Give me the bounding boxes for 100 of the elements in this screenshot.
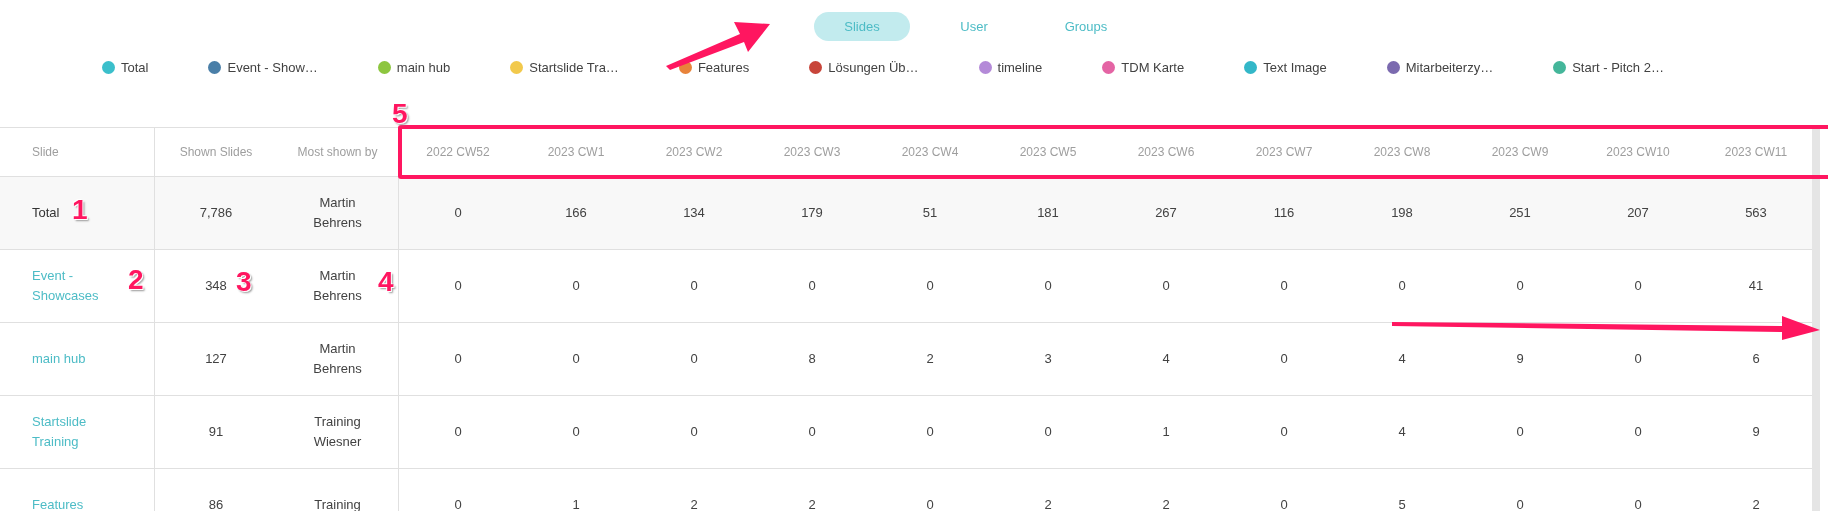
table-cell: 5 <box>1398 496 1406 511</box>
table-cell: 1 <box>1162 423 1170 439</box>
table-cell: 2 <box>1752 496 1760 511</box>
table-cell: 0 <box>926 277 934 293</box>
column-header: Shown Slides <box>179 144 253 159</box>
legend-label[interactable]: Startslide Tra… <box>529 58 619 78</box>
table-cell: 2 <box>1162 496 1170 511</box>
table-cell: 0 <box>1516 277 1524 293</box>
table-cell: 0 <box>454 350 462 366</box>
column-header: 2023 CW10 <box>1606 144 1670 159</box>
column-header: 2023 CW3 <box>783 144 841 159</box>
table-cell: 0 <box>690 350 698 366</box>
table-cell: 2 <box>926 350 934 366</box>
table-cell: 0 <box>572 277 580 293</box>
table-cell: 0 <box>1280 277 1288 293</box>
column-header: 2023 CW11 <box>1724 144 1788 159</box>
column-header: 2023 CW1 <box>547 144 605 159</box>
table-cell: 2 <box>1044 496 1052 511</box>
column-header: 2023 CW8 <box>1373 144 1431 159</box>
table-cell: 198 <box>1391 204 1413 220</box>
table-cell: 41 <box>1748 277 1764 293</box>
table-cell: 86 <box>208 496 224 511</box>
legend-label[interactable]: Event - Show… <box>227 58 318 78</box>
table-cell: 1 <box>572 496 580 511</box>
legend-label[interactable]: timeline <box>997 58 1043 78</box>
legend-label[interactable]: Features <box>697 58 750 78</box>
table-cell-text: Martin Behrens <box>312 339 363 378</box>
table-cell: 4 <box>1162 350 1170 366</box>
table-cell: 0 <box>572 350 580 366</box>
annotation-number: 2 <box>128 266 144 294</box>
table-cell-text: Martin Behrens <box>312 193 363 232</box>
column-header: 2023 CW7 <box>1255 144 1313 159</box>
table-cell: 2 <box>808 496 816 511</box>
table-cell: 0 <box>1044 423 1052 439</box>
table-cell: 6 <box>1752 350 1760 366</box>
table-cell: 0 <box>926 496 934 511</box>
column-header: 2023 CW5 <box>1019 144 1077 159</box>
table-cell: 51 <box>922 204 938 220</box>
table-cell: 0 <box>808 277 816 293</box>
column-header: 2023 CW6 <box>1137 144 1195 159</box>
table-cell: 0 <box>1634 350 1642 366</box>
table-cell: 0 <box>1634 423 1642 439</box>
table-cell: 179 <box>801 204 823 220</box>
legend-label[interactable]: Start - Pitch 2… <box>1572 58 1664 78</box>
column-header: Slide <box>32 143 59 161</box>
table-cell: 0 <box>1044 277 1052 293</box>
table-cell: 4 <box>1398 423 1406 439</box>
table-cell: 8 <box>808 350 816 366</box>
table-cell: 9 <box>1516 350 1524 366</box>
table-cell: 0 <box>454 277 462 293</box>
table-cell: 0 <box>690 277 698 293</box>
legend-label[interactable]: TDM Karte <box>1121 58 1185 78</box>
table-cell: 0 <box>1516 496 1524 511</box>
table-cell-text: Training Wiesner <box>312 412 363 451</box>
table-cell: 0 <box>454 204 462 220</box>
legend-label[interactable]: Mitarbeiterzy… <box>1405 58 1494 78</box>
table-cell: 251 <box>1509 204 1531 220</box>
column-header: 2023 CW2 <box>665 144 723 159</box>
annotation-number: 4 <box>378 268 394 296</box>
column-header: 2022 CW52 <box>426 144 490 159</box>
table-cell: 563 <box>1745 204 1767 220</box>
table-cell: 0 <box>1634 277 1642 293</box>
table-cell: 0 <box>1280 496 1288 511</box>
column-header: 2023 CW9 <box>1491 144 1549 159</box>
table-cell: 0 <box>926 423 934 439</box>
annotation-number: 1 <box>72 196 88 224</box>
table-cell: 0 <box>1280 350 1288 366</box>
table-cell: 2 <box>690 496 698 511</box>
table-cell: 4 <box>1398 350 1406 366</box>
table-cell: 348 <box>205 277 227 293</box>
table-cell: 127 <box>205 350 227 366</box>
table-cell-text: Training <box>313 495 362 511</box>
table-cell: 134 <box>683 204 705 220</box>
table-cell: 207 <box>1627 204 1649 220</box>
table-cell-text: Martin Behrens <box>312 266 363 305</box>
annotation-number: 5 <box>392 100 408 128</box>
table-cell: 0 <box>1634 496 1642 511</box>
table-cell: 7,786 <box>199 204 233 220</box>
table-cell: 3 <box>1044 350 1052 366</box>
annotation-number: 3 <box>236 268 252 296</box>
table-cell: 0 <box>808 423 816 439</box>
legend-label[interactable]: Text Image <box>1263 58 1327 78</box>
table-cell-text: Total <box>32 203 60 222</box>
legend-label[interactable]: Total <box>121 58 149 78</box>
table-cell: 181 <box>1037 204 1059 220</box>
table-cell: 0 <box>1162 277 1170 293</box>
table-cell: 0 <box>690 423 698 439</box>
table-cell: 0 <box>1398 277 1406 293</box>
legend-label[interactable]: Lösungen Üb… <box>828 58 919 78</box>
table-cell: 0 <box>1516 423 1524 439</box>
table-cell: 91 <box>208 423 224 439</box>
table-cell: 0 <box>454 423 462 439</box>
table-cell: 0 <box>1280 423 1288 439</box>
column-header: 2023 CW4 <box>901 144 959 159</box>
table-cell: 0 <box>454 496 462 511</box>
table-cell: 116 <box>1273 204 1295 220</box>
legend-label[interactable]: main hub <box>396 58 451 78</box>
table-cell: 166 <box>565 204 587 220</box>
table-cell: 267 <box>1155 204 1177 220</box>
column-header: Most shown by <box>297 143 378 161</box>
